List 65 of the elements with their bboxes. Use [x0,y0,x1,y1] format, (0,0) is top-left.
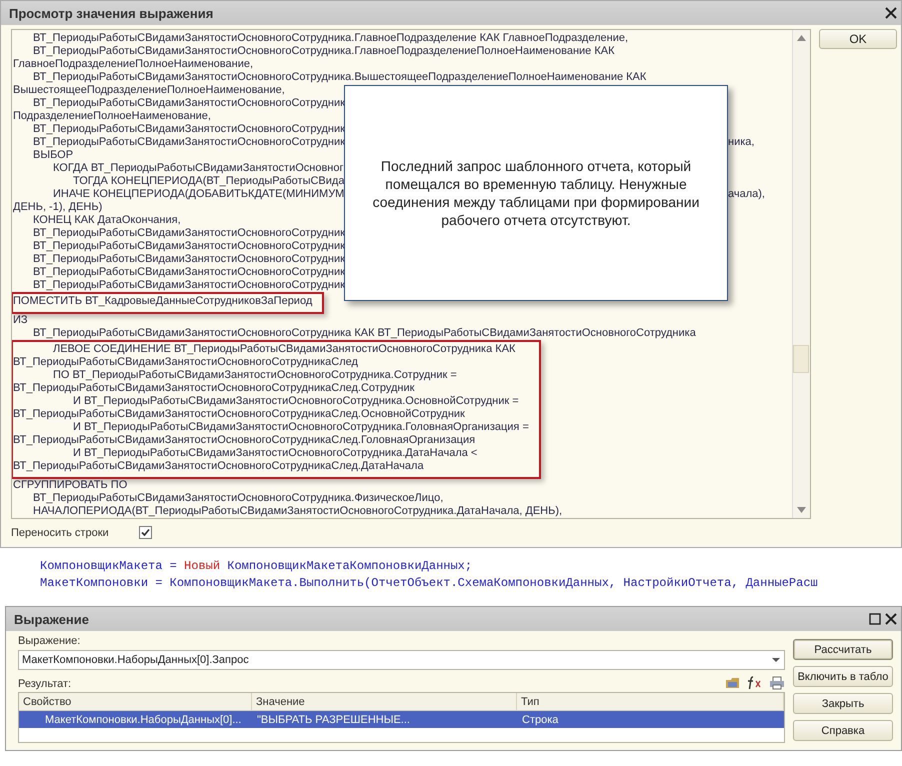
column-header[interactable]: Значение [252,693,517,711]
code-line: МакетКомпоновки = КомпоновщикМакета.Выполнить(ОтчетОбъект.СхемаКомпоновкиДанных, НастройкиОтчета, ДанныеРасш [40,575,819,592]
code-line: И ВТ_ПериодыРаботыСВидамиЗанятостиОсновногоСотрудника.ОсновнойСотрудник = [72,395,519,408]
checkbox-label: Переносить строки [11,526,109,538]
code-line: ВТ_ПериодыРаботыСВидамиЗанятостиОсновногоСотрудника КАК ВТ_ПериодыРаботыСВидамиЗанятостиОсновногоСотрудника [32,327,696,340]
code-line: ПодразделениеПолноеНаименование, [13,110,211,123]
code-line: ВЫБОР [32,149,74,162]
code-line: ВТ_ПериодыРаботыСВидамиЗанятостиОсновногоСотрудника.ГлавноеПодразделение КАК ГлавноеПодразделение, [32,32,628,45]
code-line: ВТ_ПериодыРаботыСВидамиЗанятостиОсновногоСотрудник [32,123,345,136]
code-line: ЛЕВОЕ СОЕДИНЕНИЕ ВТ_ПериодыРаботыСВидамиЗанятостиОсновногоСотрудника КАК [52,343,516,356]
code-line: ВТ_ПериодыРаботыСВидамиЗанятостиОсновногоСотрудник [32,240,345,253]
table-cell[interactable]: МакетКомпоновки.НаборыДанных[0]... [19,711,252,728]
field-label: Выражение: [18,635,82,647]
code-line: ДЕНЬ, -1), ДЕНЬ) [13,201,102,214]
code-line: ВТ_ПериодыРаботыСВидамиЗанятостиОсновногоСотрудник [32,266,345,279]
dialog-button[interactable]: Справка [793,720,893,741]
code-line: ачала), [728,188,765,201]
dialog-button[interactable]: Закрыть [793,693,893,714]
code-line: ВТ_ПериодыРаботыСВидамиЗанятостиОсновногоСотрудникаСлед [13,356,358,369]
code-line: ВТ_ПериодыРаботыСВидамиЗанятостиОсновногоСотрудникаСлед.ДатаНачала [13,460,424,473]
code-line: ВТ_ПериодыРаботыСВидамиЗанятостиОсновногоСотрудник [32,227,345,240]
code-line: ИЗ [13,314,28,327]
code-line: ПО ВТ_ПериодыРаботыСВидамиЗанятостиОсновногоСотрудника.Сотрудник = [52,369,457,382]
code-line: ТОГДА КОНЕЦПЕРИОДА(ВТ_ПериодыРаботыСВида [72,175,344,188]
expression-field[interactable]: МакетКомпоновки.НаборыДанных[0].Запрос [18,650,785,670]
folder-icon[interactable] [725,676,741,690]
code-line: ВТ_ПериодыРаботыСВидамиЗанятостиОсновногоСотрудника.ВышестоящееПодразделениеПолноеНаименование КАК [32,71,646,84]
window-title: Выражение [14,612,90,626]
code-line: КОНЕЦ КАК ДатаОкончания, [32,214,181,227]
code-line: ИНАЧЕ КОНЕЦПЕРИОДА(ДОБАВИТЬКДАТЕ(МИНИМУМ [52,188,344,201]
code-line: ВТ_ПериодыРаботыСВидамиЗанятостиОсновногоСотрудник [32,136,345,149]
wrap-checkbox[interactable] [138,526,152,539]
callout-text: Последний запрос шаблонного отчета, который помещался во временную таблицу. Ненужные соединения между таблицами при формировании рабочего отчета отсутствуют. [372,157,700,229]
maximize-icon[interactable] [869,613,881,625]
code-line: И ВТ_ПериодыРаботыСВидамиЗанятостиОсновногоСотрудника.ГоловнаяОрганизация = [72,421,529,434]
code-line: ВТ_ПериодыРаботыСВидамиЗанятостиОсновногоСотрудникаСлед.Сотрудник [13,382,414,395]
code-line: НАЧАЛОПЕРИОДА(ВТ_ПериодыРаботыСВидамиЗанятостиОсновногоСотрудника.ДатаНачала, ДЕНЬ), [32,505,562,518]
code-line: СГРУППИРОВАТЬ ПО [13,479,128,492]
code-line: КомпоновщикМакета = Новый КомпоновщикМакетаКомпоновкиДанных; [40,558,474,575]
code-line: ВТ_ПериодыРаботыСВидамиЗанятостиОсновногоСотрудник [32,97,345,110]
code-line: ВТ_ПериодыРаботыСВидамиЗанятостиОсновногоСотрудник [32,279,345,292]
dialog-button[interactable]: Рассчитать [793,639,893,660]
code-line: ГлавноеПодразделениеПолноеНаименование, [13,58,254,71]
code-line: ВТ_ПериодыРаботыСВидамиЗанятостиОсновногоСотрудник [32,253,345,266]
table-cell[interactable]: "ВЫБРАТЬ РАЗРЕШЕННЫЕ... [252,711,517,728]
column-header[interactable]: Тип [517,693,784,711]
code-line: КОГДА ВТ_ПериодыРаботыСВидамиЗанятостиОсновног [52,162,344,175]
dialog-button[interactable]: Включить в табло [793,666,893,687]
table-cell[interactable]: Строка [517,711,784,728]
code-line: ника, [728,136,754,149]
code-line: ВТ_ПериодыРаботыСВидамиЗанятостиОсновногоСотрудникаСлед.ГоловнаяОрганизация [13,434,476,447]
scroll-thumb[interactable] [793,345,809,373]
close-icon[interactable] [885,7,897,19]
code-line: ВТ_ПериодыРаботыСВидамиЗанятостиОсновногоСотрудникаСлед.ОсновнойСотрудник [13,408,465,421]
window-title: Просмотр значения выражения [9,6,214,20]
code-line: ВТ_ПериодыРаботыСВидамиЗанятостиОсновногоСотрудника.ФизическоеЛицо, [32,492,444,505]
print-icon[interactable] [769,676,785,690]
ok-button[interactable]: OK [819,29,897,49]
close-icon[interactable] [885,613,897,625]
field-label: Результат: [18,678,72,690]
code-line: ПОМЕСТИТЬ ВТ_КадровыеДанныеСотрудниковЗаПериод [13,295,312,308]
code-line: ВышестоящееПодразделениеПолноеНаименование, [13,84,285,97]
column-header[interactable]: Свойство [19,693,252,711]
code-line: ВТ_ПериодыРаботыСВидамиЗанятостиОсновногоСотрудника.ГлавноеПодразделениеПолноеНаименование КАК [32,45,614,58]
code-line: И ВТ_ПериодыРаботыСВидамиЗанятостиОсновногоСотрудника.ДатаНачала < [72,447,478,460]
